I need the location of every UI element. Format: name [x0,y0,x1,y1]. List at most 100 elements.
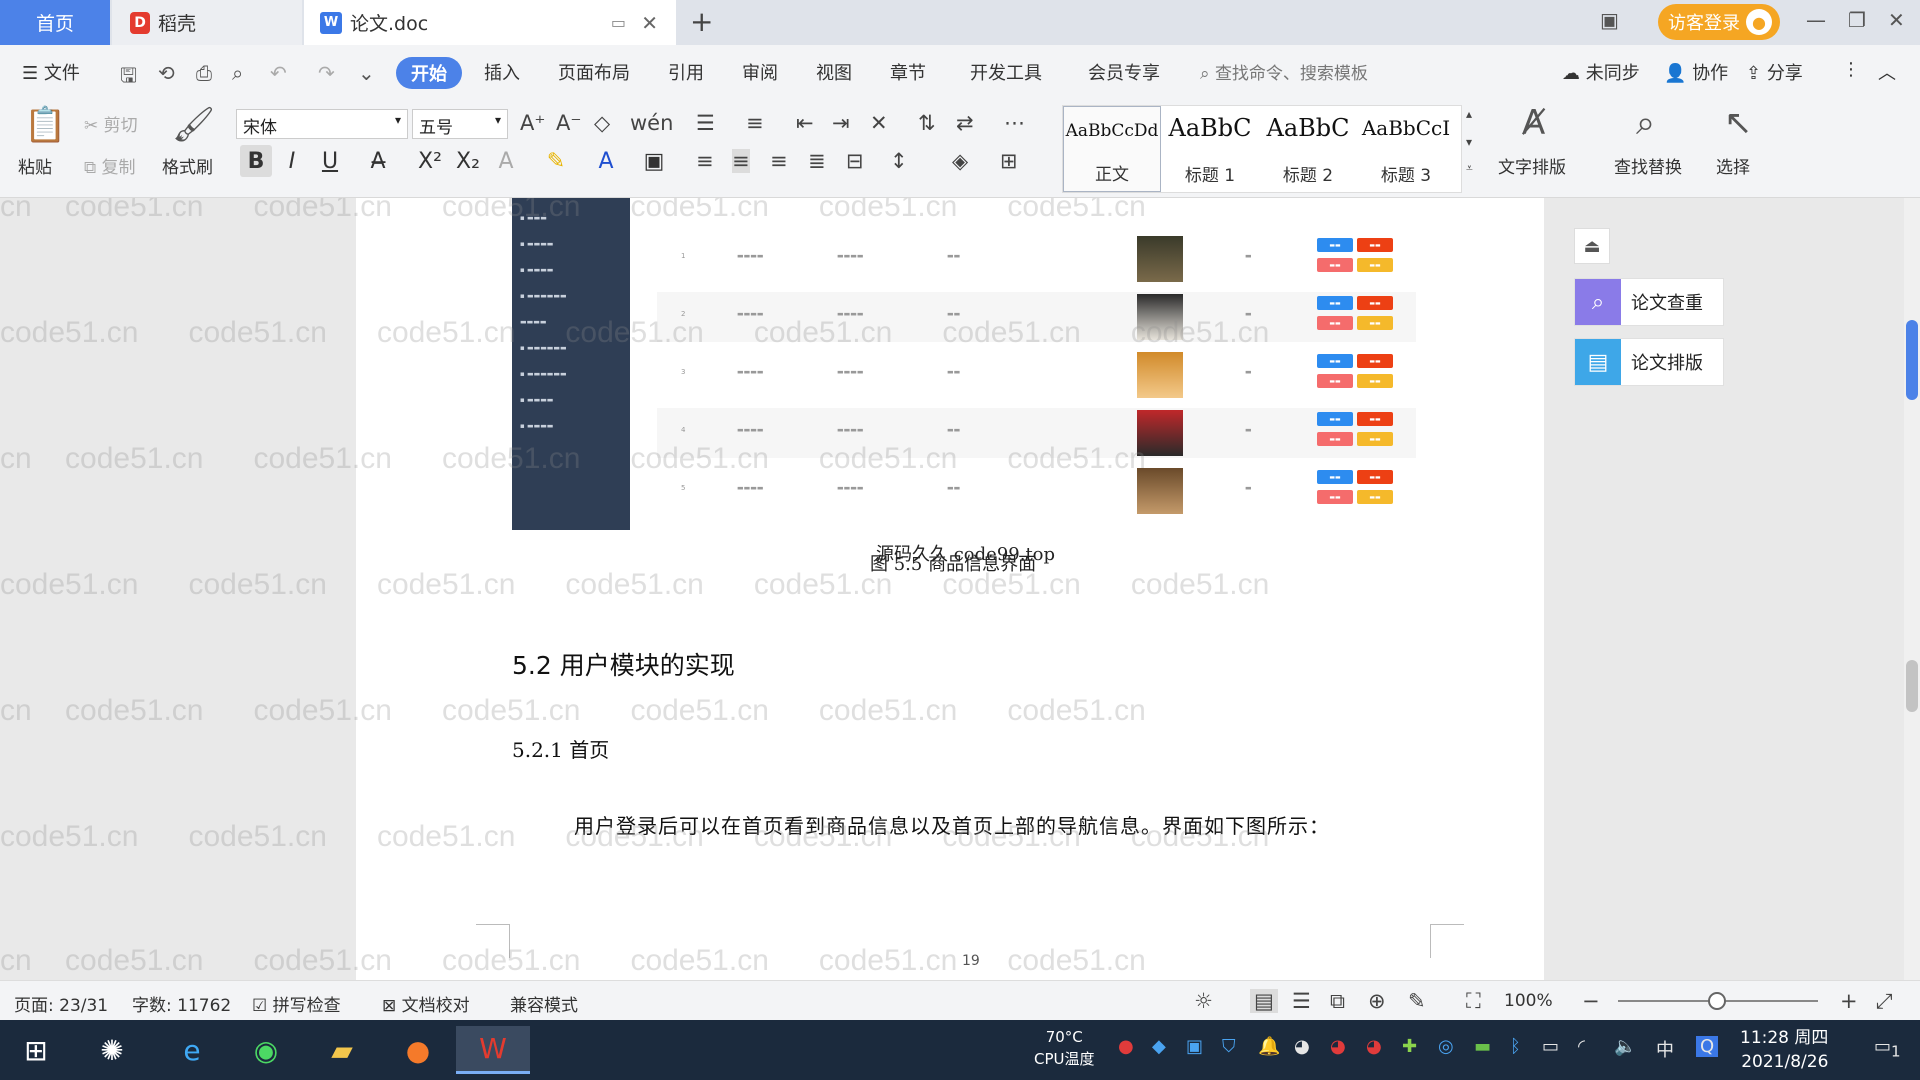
wifi-icon[interactable]: ◜ [1578,1036,1585,1057]
pinwheel-app-icon[interactable]: ✺ [86,1026,138,1074]
sync-doc-icon[interactable]: ⟲ [158,61,175,85]
battery-icon[interactable]: ▭ [1542,1036,1559,1057]
word-count[interactable]: 字数: 11762 [132,991,231,1016]
spell-check-button[interactable]: ☑ 拼写检查 [252,991,341,1016]
show-marks-icon[interactable]: ⋯ [1004,111,1025,135]
new-tab-button[interactable]: + [690,5,713,38]
increase-indent-icon[interactable]: ⇥ [832,111,850,135]
share-button[interactable]: ⇪ 分享 [1746,59,1803,85]
layout-icon[interactable]: ▣ [1600,8,1619,32]
proofread-button[interactable]: ⊠ 文档校对 [382,991,470,1016]
gallery-up-icon[interactable]: ▴ [1466,107,1472,121]
restore-icon[interactable]: ❐ [1848,8,1866,32]
command-search[interactable]: ⌕ 查找命令、搜索模板 [1200,59,1368,84]
qq-icon[interactable]: ◕ [1294,1036,1310,1057]
menu-start[interactable]: 开始 [396,57,462,89]
decrease-indent-icon[interactable]: ⇤ [796,111,814,135]
font-size-select[interactable]: 五号 ▾ [412,109,508,139]
collapse-panel-button[interactable]: ⏏ [1574,228,1610,264]
justify-icon[interactable]: ≣ [808,149,826,173]
sort-icon[interactable]: ⇅ [918,111,936,135]
tray-app-icon[interactable]: ● [1118,1036,1134,1057]
sync-status-button[interactable]: ☁ 未同步 [1562,59,1640,85]
menu-dev-tools[interactable]: 开发工具 [970,59,1042,85]
browser-app-icon[interactable]: ◉ [240,1026,292,1074]
line-spacing-icon[interactable]: ↕ [890,149,908,173]
gallery-down-icon[interactable]: ▾ [1466,135,1472,149]
bullet-list-icon[interactable]: ☰ [696,111,715,135]
paper-check-button[interactable]: ⌕ 论文查重 [1574,278,1724,326]
paste-button[interactable]: 粘贴 [18,153,52,178]
menu-member[interactable]: 会员专享 [1088,59,1160,85]
fit-page-icon[interactable]: ⛶ [1466,989,1481,1014]
redo-icon[interactable]: ↷ [318,61,335,85]
distribute-icon[interactable]: ⊟ [846,149,864,173]
bluetooth-icon[interactable]: ᛒ [1510,1036,1521,1057]
tab-daoke[interactable]: D 稻壳 [112,0,302,45]
select-button[interactable]: 选择 [1716,153,1750,178]
find-replace-icon[interactable]: ⌕ [1636,103,1655,143]
shading-icon[interactable]: ◈ [952,149,968,173]
start-windows-icon[interactable]: ⊞ [10,1026,62,1074]
font-color-button[interactable]: A [590,145,622,177]
close-window-icon[interactable]: ✕ [1888,8,1905,32]
guest-login-button[interactable]: 访客登录 ● [1658,4,1780,40]
reading-view-icon[interactable]: ⧉ [1330,989,1345,1014]
wps-app-icon[interactable]: W [456,1026,530,1074]
pinyin-icon[interactable]: wén [630,111,673,135]
ime-indicator[interactable]: 中 [1656,1036,1674,1062]
eye-protect-icon[interactable]: ☼ [1194,989,1213,1013]
paste-icon[interactable]: 📋 [24,105,66,145]
bold-button[interactable]: B [240,145,272,177]
zoom-in-icon[interactable]: + [1840,989,1858,1013]
page-indicator[interactable]: 页面: 23/31 [14,991,108,1016]
align-left-icon[interactable]: ≡ [696,149,714,173]
tab-home[interactable]: 首页 [0,0,110,45]
notification-center[interactable]: ▭1 [1874,1036,1901,1061]
search-tray-icon[interactable]: Q [1696,1036,1719,1057]
save-icon[interactable]: 🖫 [120,61,137,95]
zoom-slider-knob[interactable] [1708,992,1726,1010]
tray-app-icon[interactable]: ◕ [1366,1036,1382,1057]
menu-chapter[interactable]: 章节 [890,59,926,85]
print-preview-icon[interactable]: ⌕ [232,61,243,85]
style-normal[interactable]: AaBbCcDd 正文 [1063,106,1161,192]
outline-view-icon[interactable]: ☰ [1292,989,1311,1013]
file-explorer-icon[interactable]: ▰ [316,1026,368,1074]
menu-page-layout[interactable]: 页面布局 [558,59,630,85]
italic-button[interactable]: I [276,145,308,177]
align-right-icon[interactable]: ≡ [770,149,788,173]
nvidia-icon[interactable]: ▬ [1474,1036,1491,1057]
grow-font-icon[interactable]: A⁺ [520,111,545,135]
highlight-button[interactable]: ✎ [540,145,572,177]
char-border-button[interactable]: ▣ [638,145,670,177]
paper-layout-button[interactable]: ▤ 论文排版 [1574,338,1724,386]
align-center-icon[interactable]: ≡ [732,149,750,173]
text-layout-button[interactable]: 文字排版 [1498,153,1566,178]
superscript-button[interactable]: X² [414,145,446,177]
menu-review[interactable]: 审阅 [742,59,778,85]
ie-browser-icon[interactable]: e [166,1026,218,1074]
menu-view[interactable]: 视图 [816,59,852,85]
zoom-level[interactable]: 100% [1504,991,1553,1011]
gallery-more-icon[interactable]: ⩡ [1466,161,1473,176]
menu-file[interactable]: ☰ 文件 [22,59,80,85]
numbered-list-icon[interactable]: ≡ [746,111,764,135]
tray-app-icon[interactable]: ◎ [1438,1036,1454,1057]
pen-icon[interactable]: ✎ [1408,989,1426,1013]
copy-button[interactable]: ⧉ 复制 [84,153,136,178]
menu-insert[interactable]: 插入 [484,59,520,85]
web-view-icon[interactable]: ⊕ [1368,989,1386,1013]
font-family-select[interactable]: 宋体 ▾ [236,109,408,139]
system-clock[interactable]: 11:28 周四 2021/8/26 [1740,1026,1828,1074]
strikethrough-button[interactable]: A̶ [362,145,394,177]
clear-format-icon[interactable]: ◇ [594,111,610,135]
tab-document[interactable]: W 论文.doc ▭ ✕ [304,0,676,45]
format-painter-button[interactable]: 格式刷 [162,153,213,178]
text-effect-button[interactable]: A [490,145,522,177]
minimize-icon[interactable]: — [1806,8,1826,32]
tray-app-icon[interactable]: ◆ [1152,1036,1166,1057]
cpu-temp-widget[interactable]: 70°C CPU温度 [1034,1026,1095,1070]
close-tab-icon[interactable]: ✕ [641,11,658,35]
fullscreen-icon[interactable]: ⤢ [1876,989,1893,1014]
